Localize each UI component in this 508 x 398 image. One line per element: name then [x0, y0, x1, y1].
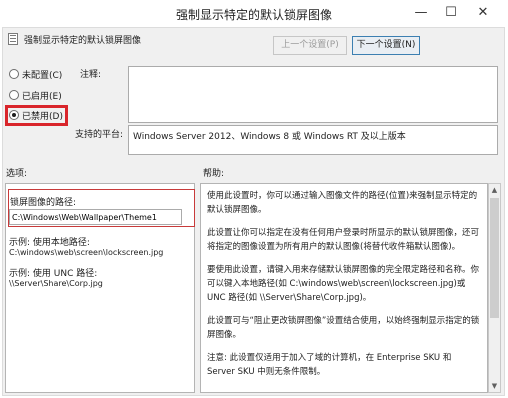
close-icon[interactable]: ✕ — [472, 4, 494, 22]
help-paragraph: 此设置让你可以指定在没有任何用户登录时所显示的默认锁屏图像，还可将指定的图像设置… — [207, 228, 480, 252]
supported-value-box: Windows Server 2012、Windows 8 或 Windows … — [128, 125, 498, 155]
comment-input[interactable] — [128, 66, 498, 123]
prev-setting-button[interactable]: 上一个设置(P) — [273, 36, 347, 55]
maximize-icon[interactable]: ☐ — [440, 4, 462, 22]
help-paragraph: 注意: 此设置仅适用于加入了域的计算机，在 Enterprise SKU 和 S… — [207, 353, 452, 377]
help-scrollbar[interactable]: ▲ ▼ — [488, 183, 501, 393]
next-setting-button[interactable]: 下一个设置(N) — [352, 36, 420, 55]
radio-disabled-label: 已禁用(D) — [22, 112, 63, 122]
policy-icon — [8, 33, 18, 45]
radio-enabled-label: 已启用(E) — [22, 92, 62, 102]
radio-enabled[interactable]: 已启用(E) — [8, 88, 68, 102]
scroll-down-icon[interactable]: ▼ — [489, 380, 500, 392]
help-paragraph: 要使用此设置，请键入用来存储默认锁屏图像的完全限定路径和名称。你可以键入本地路径… — [207, 265, 480, 303]
scroll-thumb[interactable] — [490, 198, 499, 318]
example-local-label: 示例: 使用本地路径: — [9, 238, 90, 248]
radio-not-configured-circle[interactable] — [9, 69, 19, 79]
policy-name: 强制显示特定的默认锁屏图像 — [24, 36, 142, 46]
radio-enabled-circle[interactable] — [9, 90, 19, 100]
supported-value: Windows Server 2012、Windows 8 或 Windows … — [133, 132, 406, 142]
help-paragraph: 使用此设置时，你可以通过输入图像文件的路径(位置)来强制显示特定的默认锁屏图像。 — [207, 191, 478, 215]
path-label: 锁屏图像的路径: — [10, 198, 77, 208]
minimize-icon[interactable]: — — [410, 4, 432, 22]
help-panel: 使用此设置时，你可以通过输入图像文件的路径(位置)来强制显示特定的默认锁屏图像。… — [200, 183, 488, 393]
help-header: 帮助: — [203, 169, 225, 179]
supported-label: 支持的平台: — [75, 130, 124, 140]
example-unc-value: \\Server\Share\Corp.jpg — [9, 279, 103, 288]
scroll-up-icon[interactable]: ▲ — [489, 184, 500, 196]
radio-disabled-circle[interactable] — [9, 110, 19, 120]
comment-label: 注释: — [80, 70, 102, 80]
path-input[interactable] — [9, 209, 182, 225]
options-header: 选项: — [6, 169, 28, 179]
help-paragraph: 此设置可与“阻止更改锁屏图像”设置结合使用，以始终强制显示指定的锁屏图像。 — [207, 316, 480, 340]
example-unc-label: 示例: 使用 UNC 路径: — [9, 269, 98, 279]
radio-not-configured-label: 未配置(C) — [22, 71, 63, 81]
radio-disabled[interactable]: 已禁用(D) — [8, 108, 66, 122]
radio-not-configured[interactable]: 未配置(C) — [8, 67, 68, 81]
example-local-value: C:\windows\web\screen\lockscreen.jpg — [9, 248, 164, 257]
